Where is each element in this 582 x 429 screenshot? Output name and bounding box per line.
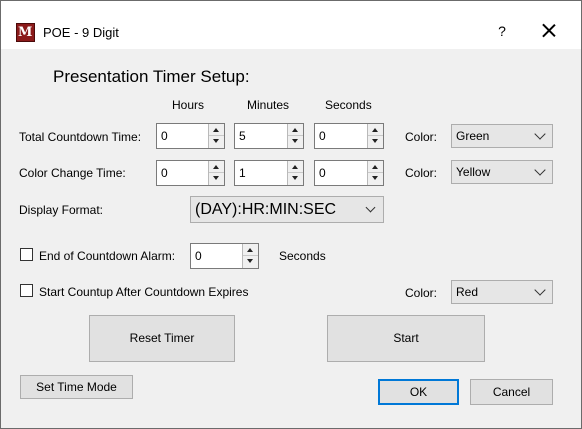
seconds-column-header: Seconds [325, 98, 372, 112]
total-minutes-value: 5 [239, 129, 246, 143]
change-color-label: Color: [405, 166, 438, 180]
spin-up-icon[interactable] [368, 124, 383, 136]
app-logo-icon: M [16, 23, 35, 42]
alarm-seconds-spinbox[interactable]: 0 [190, 243, 259, 269]
spin-down-icon[interactable] [288, 136, 303, 148]
change-color-value: Yellow [456, 165, 491, 179]
spin-up-icon[interactable] [243, 244, 258, 256]
display-format-value: (DAY):HR:MIN:SEC [195, 201, 337, 218]
ok-button[interactable]: OK [378, 379, 459, 405]
change-seconds-value: 0 [319, 166, 326, 180]
chevron-down-icon [534, 128, 546, 140]
spin-down-icon[interactable] [368, 136, 383, 148]
spin-up-icon[interactable] [209, 124, 224, 136]
spin-up-icon[interactable] [209, 161, 224, 173]
total-color-label: Color: [405, 130, 438, 144]
alarm-label: End of Countdown Alarm: [39, 249, 176, 263]
cancel-button[interactable]: Cancel [470, 379, 553, 405]
total-seconds-value: 0 [319, 129, 326, 143]
chevron-down-icon [365, 202, 376, 213]
spin-down-icon[interactable] [209, 136, 224, 148]
alarm-checkbox[interactable] [20, 248, 33, 261]
window-title: POE - 9 Digit [43, 25, 119, 40]
change-minutes-value: 1 [239, 166, 246, 180]
alarm-seconds-value: 0 [195, 249, 202, 263]
change-color-select[interactable]: Yellow [451, 160, 553, 184]
title-bar: M POE - 9 Digit ? [1, 1, 581, 49]
total-countdown-label: Total Countdown Time: [19, 130, 142, 144]
help-button[interactable]: ? [495, 23, 509, 41]
spin-up-icon[interactable] [288, 124, 303, 136]
countup-checkbox[interactable] [20, 284, 33, 297]
spin-up-icon[interactable] [288, 161, 303, 173]
close-icon[interactable] [537, 19, 561, 43]
total-color-value: Green [456, 129, 490, 143]
change-minutes-spinbox[interactable]: 1 [234, 160, 304, 186]
set-time-mode-button[interactable]: Set Time Mode [20, 375, 133, 399]
change-hours-spinbox[interactable]: 0 [156, 160, 225, 186]
countup-color-value: Red [456, 285, 479, 299]
total-color-select[interactable]: Green [451, 124, 553, 148]
chevron-down-icon [534, 284, 546, 296]
change-hours-value: 0 [161, 166, 168, 180]
display-format-select[interactable]: (DAY):HR:MIN:SEC [190, 196, 384, 223]
reset-timer-button[interactable]: Reset Timer [89, 315, 235, 362]
color-change-label: Color Change Time: [19, 166, 126, 180]
spin-down-icon[interactable] [209, 173, 224, 185]
spin-down-icon[interactable] [288, 173, 303, 185]
countup-color-select[interactable]: Red [451, 280, 553, 304]
total-minutes-spinbox[interactable]: 5 [234, 123, 304, 149]
start-button[interactable]: Start [327, 315, 485, 362]
change-seconds-spinbox[interactable]: 0 [314, 160, 384, 186]
minutes-column-header: Minutes [247, 98, 290, 112]
page-title: Presentation Timer Setup: [53, 67, 250, 86]
countup-label: Start Countup After Countdown Expires [39, 285, 249, 299]
dialog-window: M POE - 9 Digit ? Presentation Timer Set… [0, 0, 582, 429]
spin-down-icon[interactable] [243, 256, 258, 268]
hours-column-header: Hours [172, 98, 205, 112]
spin-down-icon[interactable] [368, 173, 383, 185]
spin-up-icon[interactable] [368, 161, 383, 173]
total-hours-value: 0 [161, 129, 168, 143]
display-format-label: Display Format: [19, 203, 104, 217]
total-hours-spinbox[interactable]: 0 [156, 123, 225, 149]
alarm-unit-label: Seconds [279, 249, 326, 263]
total-seconds-spinbox[interactable]: 0 [314, 123, 384, 149]
countup-color-label: Color: [405, 286, 438, 300]
chevron-down-icon [534, 164, 546, 176]
